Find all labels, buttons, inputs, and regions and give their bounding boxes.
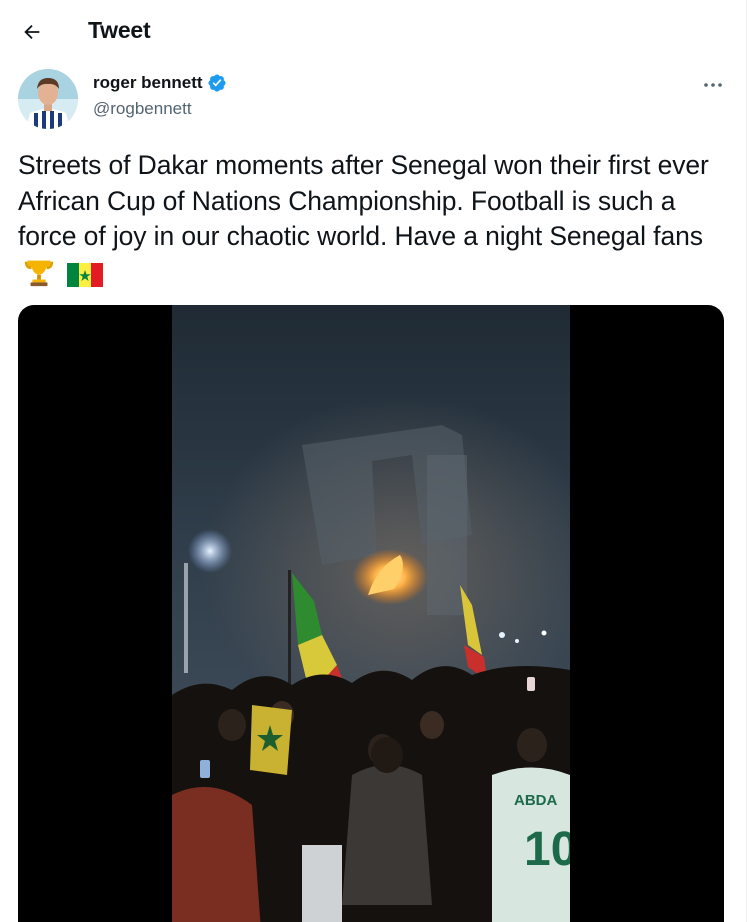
page-title: Tweet bbox=[88, 17, 151, 43]
more-options-button[interactable] bbox=[698, 72, 728, 98]
avatar-image bbox=[18, 69, 78, 129]
author-handle[interactable]: @rogbennett bbox=[93, 99, 192, 119]
jersey-name: ABDA bbox=[514, 792, 557, 809]
avatar[interactable] bbox=[18, 69, 78, 129]
page-header: Tweet bbox=[0, 0, 746, 62]
arrow-left-icon bbox=[24, 24, 40, 40]
video-frame[interactable]: ABDA 10 bbox=[172, 305, 570, 922]
author-name-row: roger bennett bbox=[93, 73, 227, 93]
tweet-text: Streets of Dakar moments after Senegal w… bbox=[18, 148, 734, 293]
verified-badge-icon bbox=[208, 74, 226, 92]
video-still: ABDA 10 bbox=[172, 305, 570, 922]
jersey-number: 10 bbox=[524, 823, 570, 876]
trophy-icon bbox=[24, 260, 54, 286]
author-display-name[interactable]: roger bennett bbox=[93, 73, 203, 93]
tweet-body: Streets of Dakar moments after Senegal w… bbox=[18, 150, 709, 251]
tweet-media[interactable]: ABDA 10 bbox=[18, 305, 724, 922]
more-horizontal-icon bbox=[704, 83, 722, 87]
senegal-flag-icon bbox=[67, 262, 104, 287]
back-button[interactable] bbox=[14, 14, 50, 50]
column-border bbox=[746, 0, 754, 922]
